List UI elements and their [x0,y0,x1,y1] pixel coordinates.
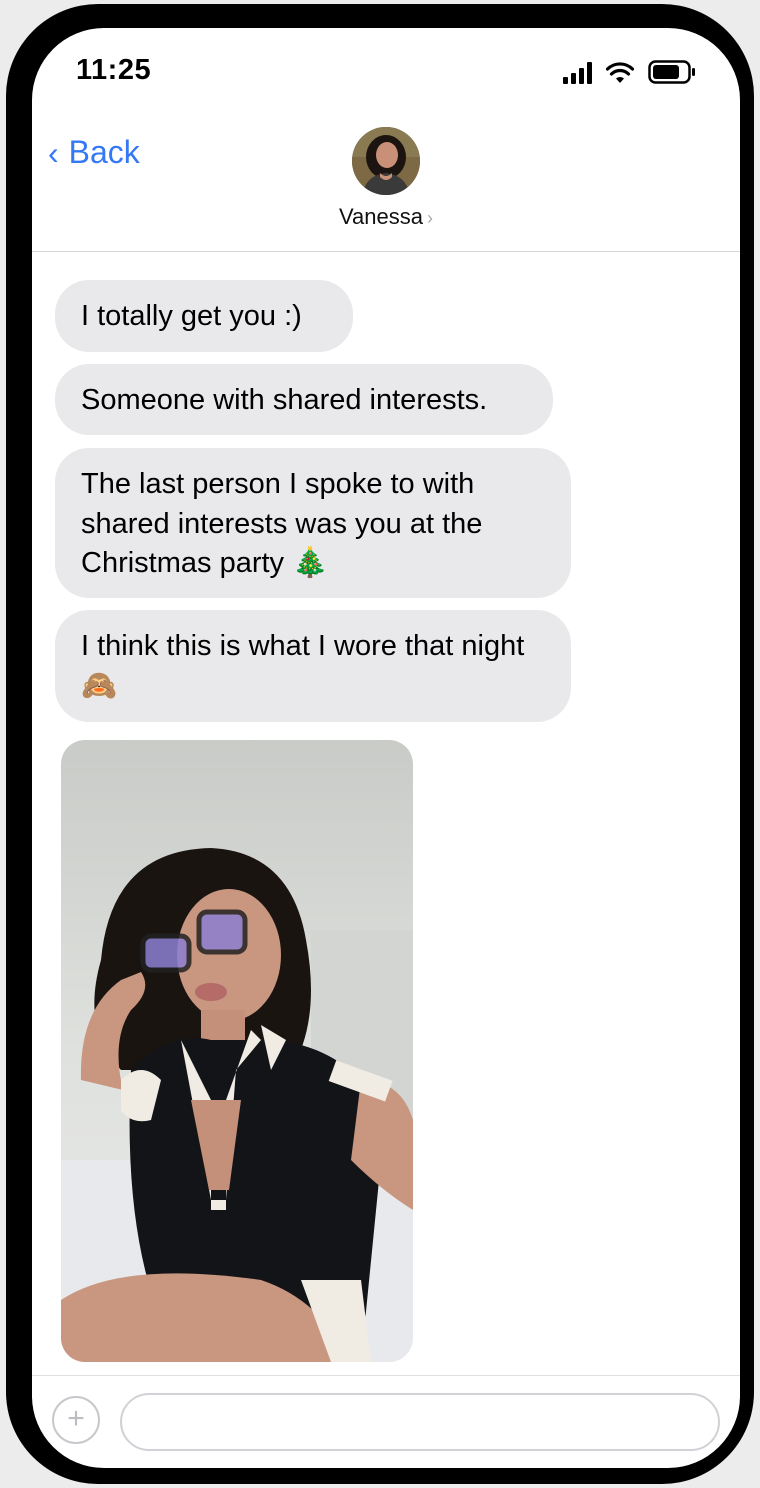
battery-icon [648,60,696,84]
photo-attachment [61,740,413,1362]
message-bubble[interactable]: Someone with shared interests. [55,364,553,435]
plus-icon: + [67,1402,85,1435]
back-button[interactable]: ‹ Back [48,134,140,171]
back-label: Back [68,134,140,170]
contact-name: Vanessa [339,204,423,229]
chevron-left-icon: ‹ [48,134,59,171]
message-composer: + [32,1375,740,1468]
add-attachment-button[interactable]: + [52,1396,100,1444]
photo-message[interactable] [61,740,413,1362]
status-bar: 11:25 [32,28,740,118]
message-list[interactable]: I totally get you :) Someone with shared… [32,252,740,1376]
conversation-header: ‹ Back Vanessa › [32,118,740,252]
screen: 11:25 ‹ Back Vanessa › I totally get you… [32,28,740,1468]
wifi-icon [606,62,634,84]
status-icons [563,58,696,84]
signal-icon [563,62,592,84]
contact-name-row[interactable]: Vanessa › [32,204,740,230]
status-time: 11:25 [76,54,152,86]
chevron-right-icon: › [426,208,433,228]
phone-frame: 11:25 ‹ Back Vanessa › I totally get you… [6,4,754,1484]
message-bubble[interactable]: I think this is what I wore that night 🙈 [55,610,571,722]
message-bubble[interactable]: The last person I spoke to with shared i… [55,448,571,598]
message-input[interactable] [120,1393,720,1451]
contact-avatar[interactable] [352,127,420,195]
message-bubble[interactable]: I totally get you :) [55,280,353,352]
avatar-photo [352,127,420,195]
